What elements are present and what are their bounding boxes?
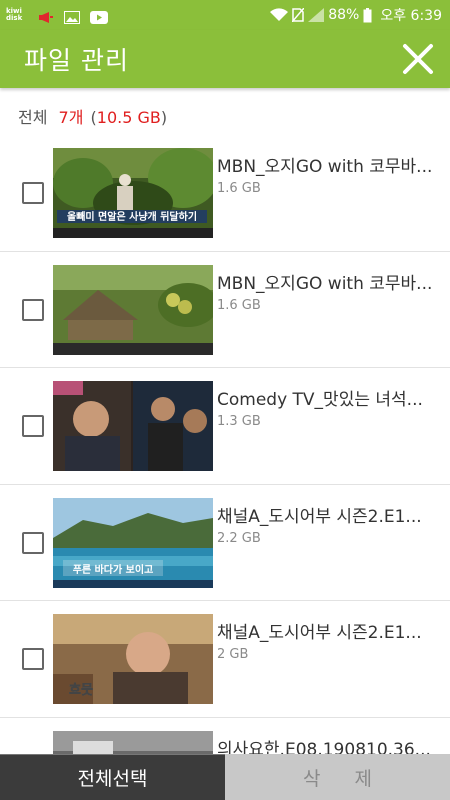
video-thumbnail: 올빼미 면알은 사냥개 뒤달하기 <box>53 148 213 238</box>
file-size: 2 GB <box>217 647 249 662</box>
bottom-action-bar: 전체선택 삭 제 <box>0 754 450 800</box>
thumbnail-caption: 푸른 바다가 보이고 <box>73 563 154 576</box>
video-thumbnail <box>53 264 213 355</box>
youtube-icon <box>90 9 108 24</box>
size-close-paren: ) <box>160 108 168 127</box>
page-title: 파일 관리 <box>24 46 129 75</box>
file-title: 채널A_도시어부 시즌2.E1... <box>217 623 422 643</box>
thumbnail-caption: 흐뭇 <box>69 683 93 698</box>
image-icon <box>64 9 80 24</box>
battery-percent: 88% <box>328 7 360 23</box>
file-title: Comedy TV_맛있는 녀석... <box>217 390 423 410</box>
list-item[interactable]: Comedy TV_맛있는 녀석... 1.3 GB <box>0 368 450 485</box>
file-checkbox[interactable] <box>22 182 44 204</box>
summary-label: 전체 <box>18 108 48 127</box>
thumbnail-caption: 올빼미 면알은 사냥개 뒤달하기 <box>67 210 197 223</box>
file-checkbox[interactable] <box>22 415 44 437</box>
file-checkbox[interactable] <box>22 648 44 670</box>
clock: 오후 6:39 <box>380 8 442 24</box>
file-list: 올빼미 면알은 사냥개 뒤달하기 MBN_오지GO with 코무바... 1.… <box>0 135 450 800</box>
close-button[interactable] <box>398 39 438 79</box>
list-item[interactable]: 푸른 바다가 보이고 채널A_도시어부 시즌2.E1... 2.2 GB <box>0 485 450 601</box>
megaphone-icon <box>38 9 54 23</box>
file-checkbox[interactable] <box>22 531 44 554</box>
file-title: MBN_오지GO with 코무바... <box>217 157 433 177</box>
app-header: 파일 관리 <box>0 30 450 88</box>
battery-icon <box>363 7 372 23</box>
list-item[interactable]: 흐뭇 채널A_도시어부 시즌2.E1... 2 GB <box>0 601 450 718</box>
video-thumbnail <box>53 381 213 471</box>
file-title: 채널A_도시어부 시즌2.E1... <box>217 506 422 527</box>
file-size: 1.6 GB <box>217 297 261 313</box>
file-size: 1.3 GB <box>217 414 261 429</box>
file-title: MBN_오지GO with 코무바... <box>217 273 433 294</box>
wifi-icon <box>270 8 289 22</box>
total-size: 10.5 GB <box>96 108 161 127</box>
file-checkbox[interactable] <box>22 298 44 321</box>
kiwi-disk-icon: kiwi disk <box>6 7 23 22</box>
status-bar: kiwi disk 88% 오후 6:39 <box>0 0 450 30</box>
list-item[interactable]: MBN_오지GO with 코무바... 1.6 GB <box>0 252 450 368</box>
file-size: 2.2 GB <box>217 530 261 546</box>
video-thumbnail: 흐뭇 <box>53 614 213 704</box>
list-item[interactable]: 올빼미 면알은 사냥개 뒤달하기 MBN_오지GO with 코무바... 1.… <box>0 135 450 252</box>
video-thumbnail: 푸른 바다가 보이고 <box>53 497 213 588</box>
delete-button[interactable]: 삭 제 <box>225 754 450 800</box>
file-count: 7개 <box>58 108 84 127</box>
close-icon <box>403 44 433 74</box>
no-sim-icon <box>292 8 305 22</box>
file-size: 1.6 GB <box>217 181 261 196</box>
signal-icon <box>308 8 325 22</box>
file-summary: 전체 7개 (10.5 GB) <box>18 104 167 128</box>
select-all-button[interactable]: 전체선택 <box>0 754 225 800</box>
